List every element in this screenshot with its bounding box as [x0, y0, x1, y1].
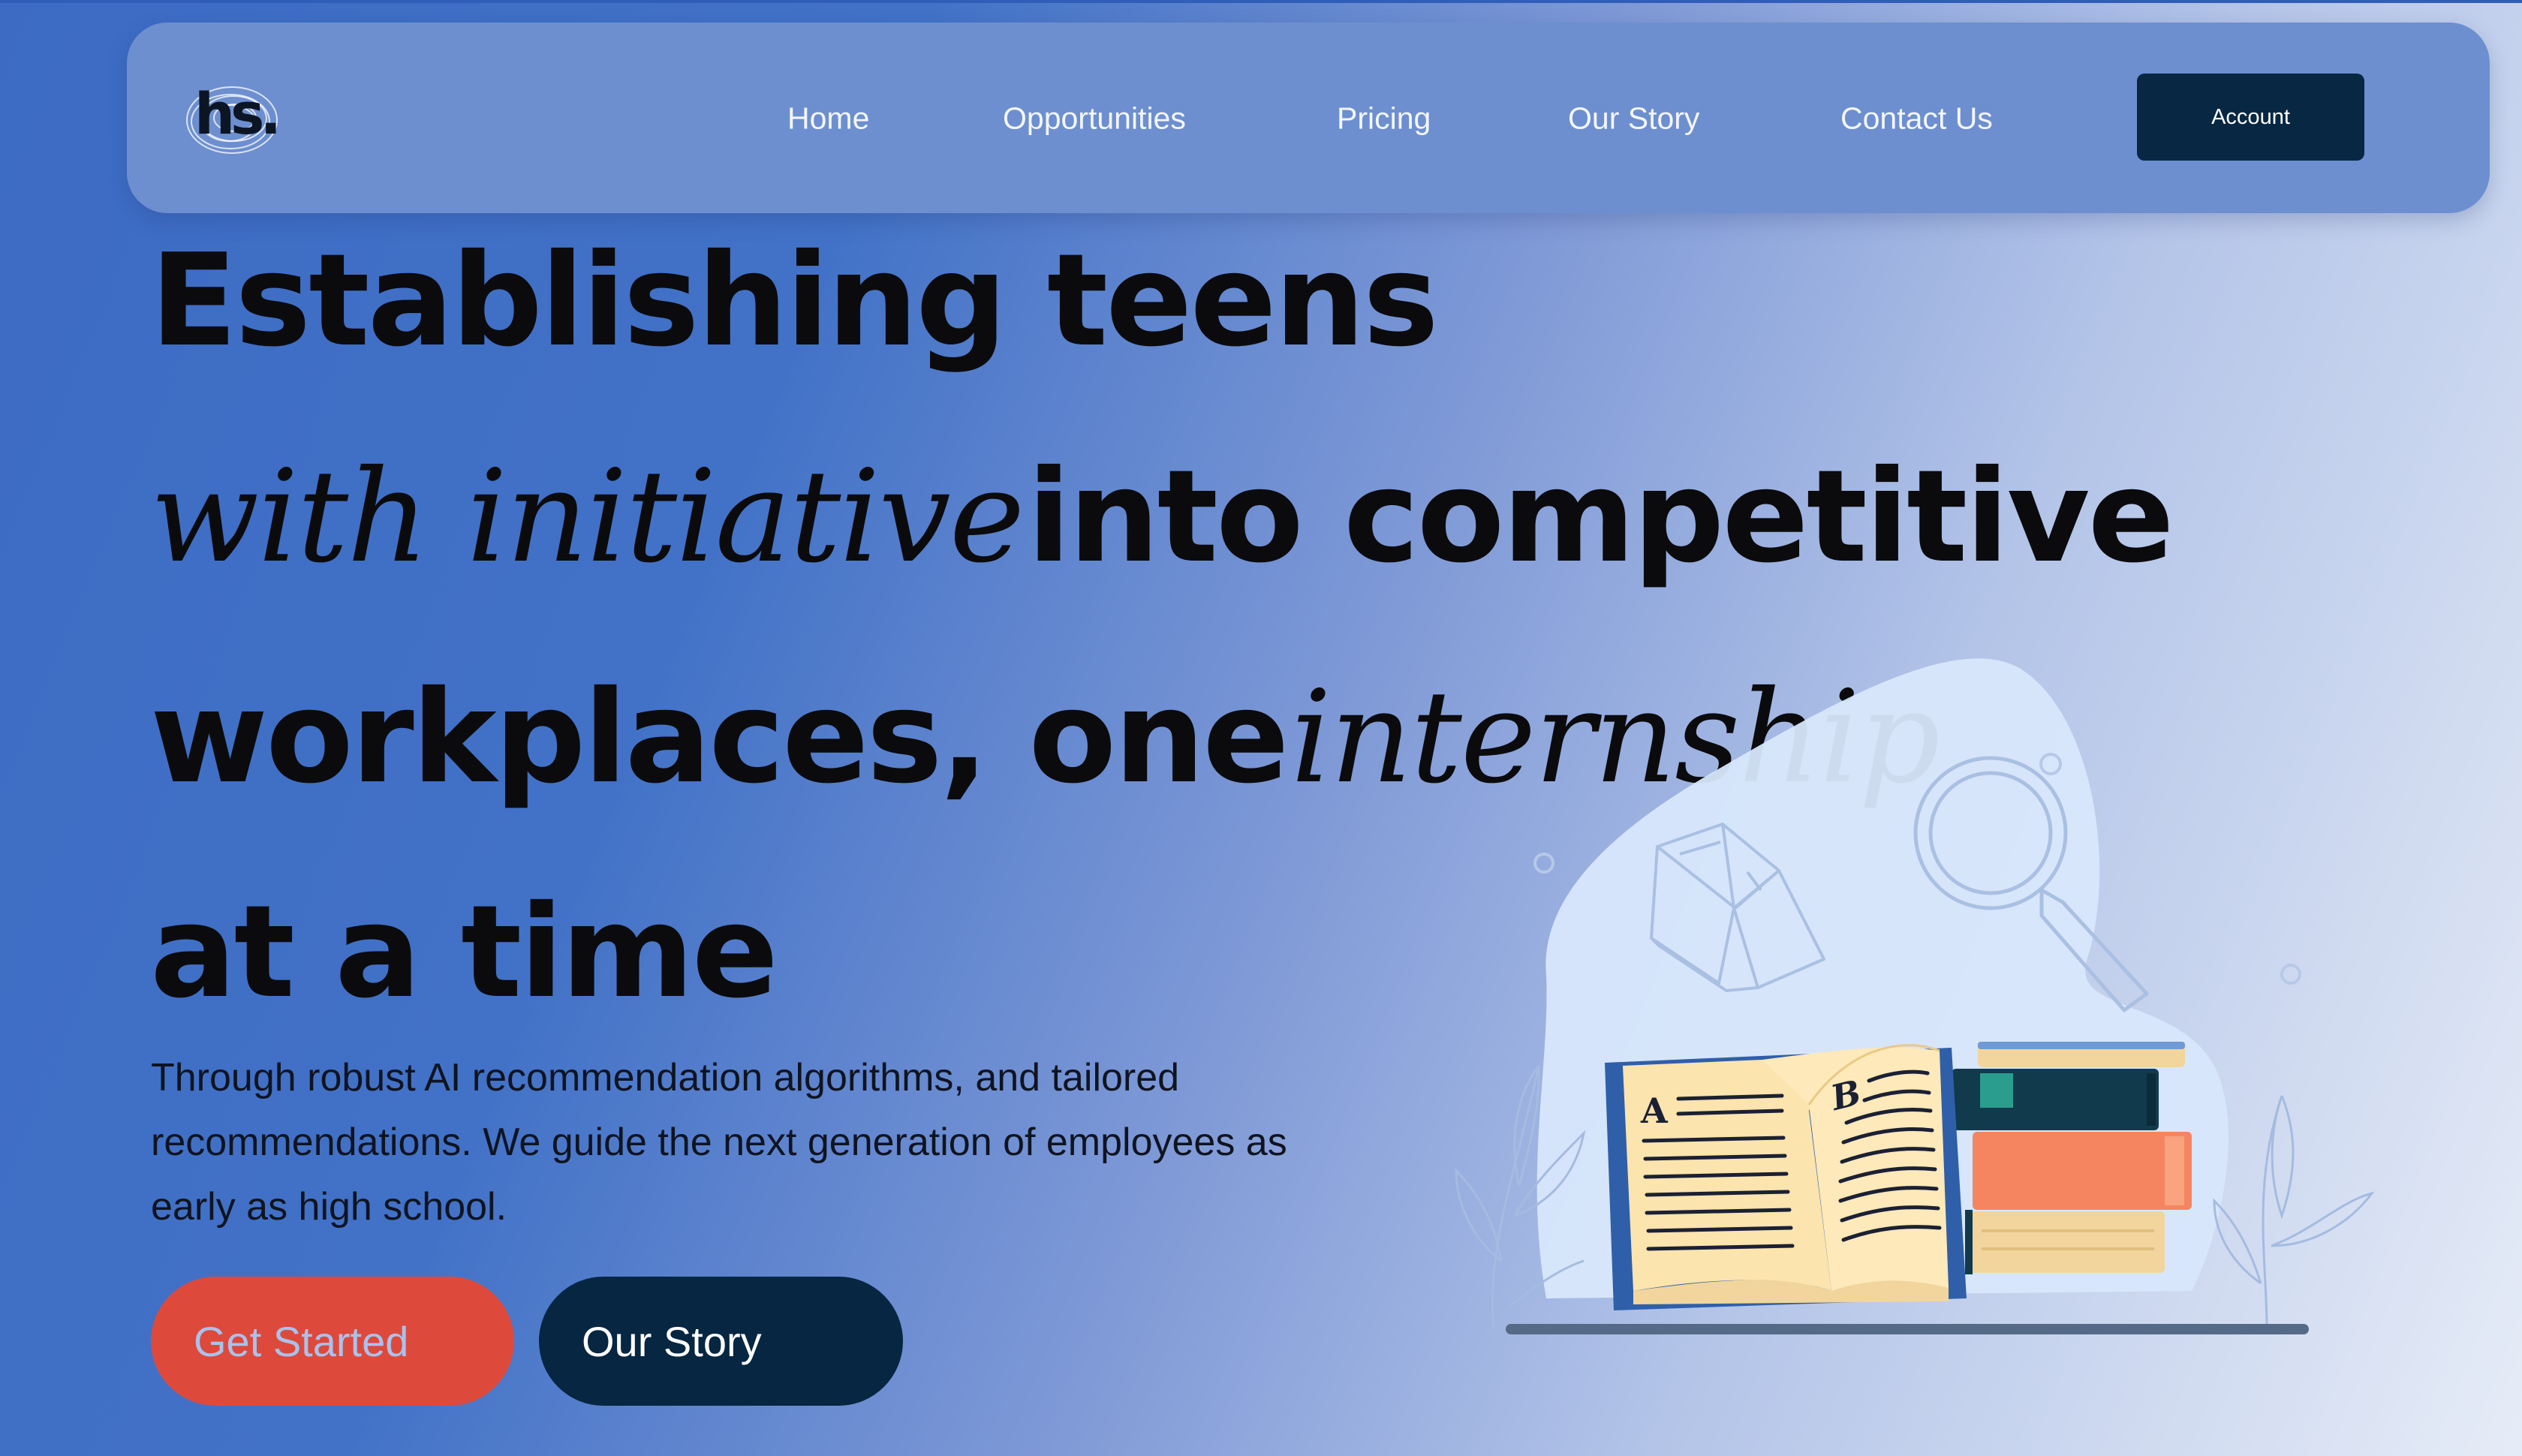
deco-circle-icon: [1533, 853, 1554, 874]
headline-bold-workplaces: workplaces, one: [150, 663, 1290, 812]
open-book-icon: A B: [1605, 1044, 1967, 1310]
headline-line-1: Establishing teens: [150, 227, 1439, 375]
headline-line-2: with initiative into competitive: [150, 453, 2174, 581]
shelf-base: [1506, 1324, 2309, 1334]
headline-italic-with-initiative: with initiative: [150, 443, 1025, 591]
hero-subtitle: Through robust AI recommendation algorit…: [151, 1056, 1287, 1229]
brand-logo[interactable]: hs.: [181, 75, 293, 165]
headline-bold-into-competitive: into competitive: [1027, 443, 2174, 591]
page-letter-a: A: [1640, 1090, 1669, 1131]
nav-home-link[interactable]: Home: [787, 101, 869, 137]
nav-pricing-link[interactable]: Pricing: [1337, 101, 1431, 137]
top-accent-line: [0, 0, 2522, 3]
our-story-button[interactable]: Our Story: [539, 1277, 903, 1406]
get-started-button[interactable]: Get Started: [151, 1277, 514, 1406]
nav-contact-us-link[interactable]: Contact Us: [1840, 101, 1993, 137]
deco-circle-icon: [2280, 964, 2301, 985]
logo-text: hs.: [194, 80, 281, 147]
hero-illustration: A B: [1426, 645, 2387, 1351]
navbar: hs. Home Opportunities Pricing Our Story…: [127, 23, 2490, 213]
account-button[interactable]: Account: [2137, 74, 2364, 161]
headline-line-4: at a time: [150, 878, 778, 1027]
plant-outline-icon: [2213, 1095, 2375, 1329]
nav-our-story-link[interactable]: Our Story: [1568, 101, 1699, 137]
nav-opportunities-link[interactable]: Opportunities: [1003, 101, 1186, 137]
